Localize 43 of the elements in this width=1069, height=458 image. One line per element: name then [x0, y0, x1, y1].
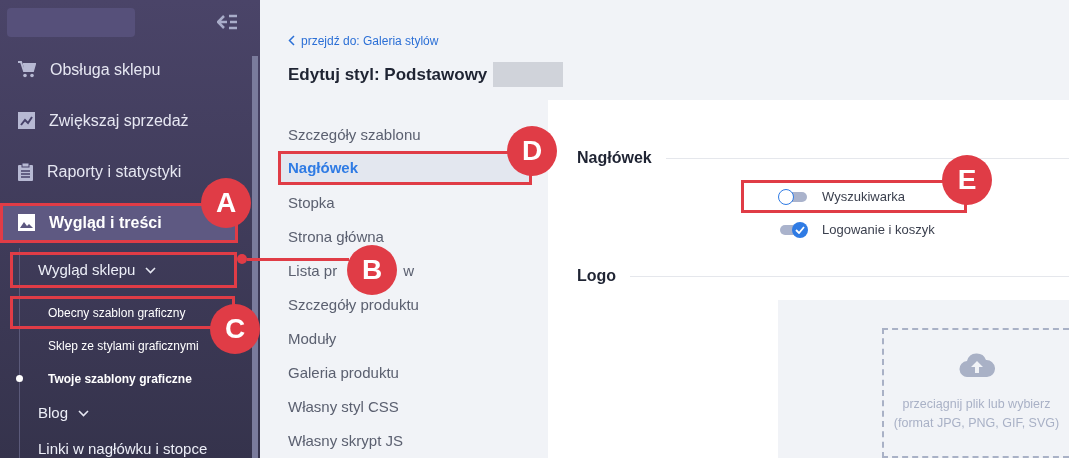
sidebar-item[interactable]: Zwiększaj sprzedaż — [0, 100, 238, 141]
style-nav-item[interactable]: Moduły — [288, 330, 337, 346]
page-title: Edytuj styl: Podstawowy — [288, 64, 488, 86]
upload-cloud-icon — [958, 353, 995, 378]
name-placeholder — [493, 62, 564, 88]
style-nav-item[interactable]: Strona główna — [288, 228, 384, 244]
submenu-item[interactable]: Wygląd sklepu — [10, 252, 237, 288]
collapse-menu-icon[interactable] — [217, 14, 238, 30]
toggle-switch[interactable] — [778, 188, 808, 205]
style-nav-item[interactable]: Galeria produktu — [288, 364, 399, 380]
style-nav-item[interactable]: Własny skrypt JS — [288, 432, 404, 448]
chart-icon — [18, 112, 35, 129]
cart-icon — [18, 61, 36, 78]
scrollbar[interactable] — [252, 56, 258, 458]
sidebar-item[interactable]: Obsługa sklepu — [0, 49, 238, 90]
style-nav-item[interactable]: Lista pr — [288, 262, 338, 278]
callout-badge: B — [347, 245, 397, 295]
submenu-item[interactable]: Blog — [10, 395, 237, 431]
callout-badge: A — [201, 177, 251, 228]
toggle-label: Logowanie i koszyk — [822, 220, 935, 239]
style-nav-item-end[interactable]: w — [403, 262, 415, 278]
section-title: Logo — [577, 266, 617, 286]
style-nav-item[interactable]: Własny styl CSS — [288, 398, 399, 414]
submenu-link[interactable]: Twoje szablony graficzne — [10, 362, 195, 395]
caret-icon — [78, 409, 90, 417]
toggle-switch[interactable] — [778, 221, 808, 238]
submenu-item[interactable]: Linki w nagłówku i stopce — [10, 431, 237, 458]
callout-badge: C — [210, 304, 260, 354]
chevron-left-icon — [288, 35, 295, 46]
submenu-link[interactable]: Obecny szablon graficzny — [10, 296, 189, 329]
submenu-link[interactable]: Sklep ze stylami graficznymi — [10, 329, 202, 362]
check-icon — [795, 225, 805, 234]
toggle-label: Wyszukiwarka — [822, 187, 905, 206]
style-nav-item[interactable]: Stopka — [288, 194, 335, 210]
style-nav-item[interactable]: Szczegóły szablonu — [288, 126, 421, 142]
upload-hint: przeciągnij plik lub wybierz — [902, 396, 1051, 414]
section-title: Nagłówek — [577, 148, 652, 168]
callout-badge: E — [942, 155, 992, 205]
clipboard-icon — [18, 162, 33, 181]
style-nav-item[interactable]: Szczegóły produktu — [288, 296, 419, 312]
image-icon — [18, 214, 35, 231]
breadcrumb-link[interactable]: przejdź do: Galeria stylów — [288, 31, 439, 50]
upload-format-note: (format JPG, PNG, GIF, SVG) — [893, 415, 1060, 432]
